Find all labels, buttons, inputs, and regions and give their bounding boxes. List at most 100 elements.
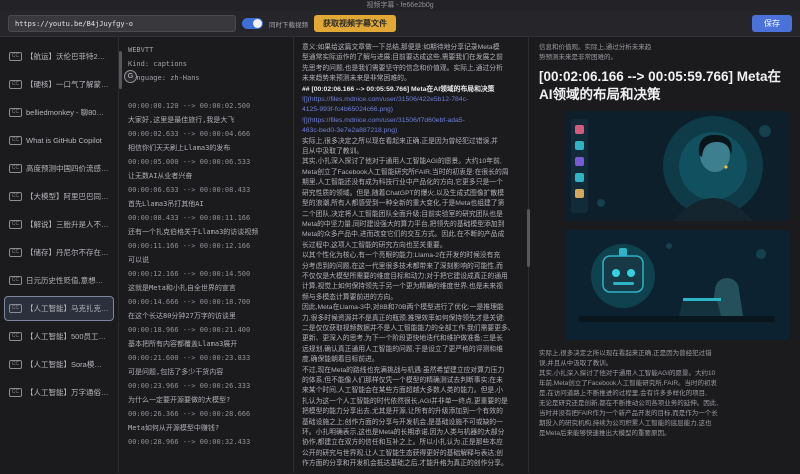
caption-icon: CC [9,164,22,173]
preview-body-line: 年前,Meta创立了Facebook人工智能研究所,FAIR。当时的初衷 [539,379,790,389]
sidebar-item[interactable]: CC 【人工智能】马克扎克伯格访谈 [4,296,114,321]
sidebar-item[interactable]: CC 【人工智能】万字通俗解读 [4,380,114,405]
article-line: 463c-bed0-3e7e2a887218.png) [302,126,520,136]
cue-text: 基本把所有内容都覆盖Llama3展开 [128,337,284,351]
caption-icon: CC [9,52,22,61]
transcript-cue: 00:00:08.433 --> 00:00:11.166 还有一个扎克伯格关于… [128,211,284,239]
transcript-cue: 00:00:23.966 --> 00:00:26.333 为什么一定要开源要做… [128,379,284,407]
cue-text: 大家好,这里是最佳旅行,我是大飞 [128,113,284,127]
sidebar-item[interactable]: CC 日元历史性贬值,意想不到 [4,268,114,293]
article-line: 不过,现在Meta的路线也充满挑战与机遇:虽然希望建立应对算力压力 [302,366,520,376]
article-line: 且从中汲取了教训。 [302,147,520,157]
vtt-header-line: Kind: captions [128,57,284,71]
cue-time: 00:00:11.166 --> 00:00:12.166 [128,239,284,253]
transcript-cue: 00:00:02.633 --> 00:00:04.666 相信你们天天刷上Ll… [128,127,284,155]
caption-icon: CC [9,388,22,397]
sidebar-item-label: 【人工智能】马克扎克伯格访谈 [26,303,109,314]
cue-text: Meta如何从开源模型中赚钱? [128,421,284,435]
transcript-cue: 00:00:26.366 --> 00:00:28.666 Meta如何从开源模… [128,407,284,435]
preview-body-line: 是,在访问道路上不断推进的过程里,会有许多多样化的项目, [539,389,790,399]
sidebar-item[interactable]: CC 高度预测中国四价流感疫苗 [4,156,114,181]
robot-desk-illustration [565,230,789,340]
sidebar-item[interactable]: CC What is GitHub Copilot [4,128,114,153]
article-line: 把模型的能力分享出去,尤其是开源,让所有的升级添加到一个有效的 [302,407,520,417]
article-line: 先思考的问题,也是我们需要坚守的信念和价值观。实际上,通过分析 [302,64,520,74]
floating-badge-g[interactable]: G [124,70,137,83]
preview-intro-line: 势预测未来是非常困难的。 [539,53,790,63]
preview-intro-line: 信息和价值观。实际上,通过分析未来趋 [539,43,790,53]
preview-body-line: 期投入的研究机构,持续为公司积累人工智能的底层能力,这也 [539,419,790,429]
caption-icon: CC [9,80,22,89]
transcript-cue: 00:00:06.633 --> 00:00:08.433 首先Llama3吊打… [128,183,284,211]
caption-icon: CC [9,220,22,229]
sidebar-item[interactable]: CC 【人工智能】500员工的AI公司 [4,324,114,349]
article-line: 远规划,确认真正通用人工智能的问题,于是设立了更严格的评测和维 [302,345,520,355]
article-line: 二是仅仅获取视频数据并不是人工智能能力的全部工作,我们需要更多、 [302,324,520,334]
preview-body-line: 其实,小扎深入探讨了他对于通用人工智能AGI的愿景。大约10 [539,369,790,379]
download-video-toggle[interactable] [242,18,263,29]
cue-time: 00:00:12.166 --> 00:00:14.500 [128,267,284,281]
sidebar-scrollbar[interactable] [119,51,122,89]
preview-body-line: 实际上,很多决定之所以现在看起来正确,正是因为曾经犯过错 [539,349,790,359]
sidebar-item[interactable]: CC belliedmonkey - 聊80年代 [4,100,114,125]
article-scrollbar[interactable] [527,209,530,267]
preview-body-line: 误,并且从中汲取了教训。 [539,359,790,369]
sidebar-item-label: 【解说】三胎升是人不是韭菜 [26,219,109,230]
article-line: 不仅仅是大模型所需要的维度目标和动力;对于把它建设成真正的通用 [302,272,520,282]
sidebar-item[interactable]: CC 【大模型】阿里巴巴同义千问 [4,184,114,209]
cue-time: 00:00:06.633 --> 00:00:08.433 [128,183,284,197]
preview-body-line: 是Meta后来能够快速推出大模型的重要原因。 [539,429,790,439]
article-line: 环。小扎明确表示,这也是Meta的长期承诺,因为人类与机器的大部分 [302,428,520,438]
toolbar: 同时下载视频 获取视频字幕文件 保存 [0,11,800,37]
sidebar-item[interactable]: CC 【航运】沃伦巴菲特2024股东大会 [4,44,114,69]
sidebar-item[interactable]: CC 【储存】丹尼尔不存在的记忆 [4,240,114,265]
sidebar-item[interactable]: CC 【硬核】一口气了解蒙古国 [4,72,114,97]
preview-body-line: 无论是研究还是创新,都在不断推动公司各项业务的延伸。因此, [539,399,790,409]
article-line: 型的浪潮,所有人都感受到一种全新的重大变化,于是Meta也组建了第 [302,199,520,209]
article-line: 意义:如果给这篇文章做一下总结,那便是:如期待地分享记录Meta模 [302,43,520,53]
article-line: 分考虑到的问题,在这一代里很多技术都带来了深刻影响的可能性,而 [302,262,520,272]
cue-time: 00:00:23.966 --> 00:00:26.333 [128,379,284,393]
cue-text: 让无数AI从业者兴奋 [128,169,284,183]
save-button[interactable]: 保存 [752,15,792,32]
article-line: 4125-993f-fc4b65024c66.png) [302,105,520,115]
section-heading: [00:02:06.166 --> 00:05:59.766] Meta在AI领… [539,68,790,104]
download-video-toggle-label: 同时下载视频 [269,19,308,29]
fetch-subtitles-button[interactable]: 获取视频字幕文件 [314,15,396,32]
sidebar-item-label: 【人工智能】万字通俗解读 [26,387,109,398]
sidebar-item-label: 【航运】沃伦巴菲特2024股东大会 [26,51,109,62]
caption-icon: CC [9,108,22,117]
cue-text: 可是问题,包括了多少干货内容 [128,365,284,379]
sidebar-item[interactable]: CC 【解说】三胎升是人不是韭菜 [4,212,114,237]
vtt-header-line: Language: zh-Hans [128,71,284,85]
article-line: 基础设施之上;创作方面的分享与开发机会,是基础设施不可或缺的一 [302,418,520,428]
window-title: 视频字幕 - fe66e2b0g [0,0,800,11]
cue-list: 00:00:00.120 --> 00:00:02.500 大家好,这里是最佳旅… [128,99,284,449]
cue-time: 00:00:00.120 --> 00:00:02.500 [128,99,284,113]
cue-text: 在这个长达80分钟27万字的访谈里 [128,309,284,323]
article-line: 协作,都建立在双方的信任和互补之上。所以小扎认为,正是那些本应 [302,438,520,448]
article-line: 来某个时间,人工智能会在某些方面超越大多数人类的能力。但是,小 [302,386,520,396]
transcript-cue: 00:00:12.166 --> 00:00:14.500 这就是Meta和小扎… [128,267,284,295]
article-line: 型通常实际运作的了解与进展;目前要达成这些,需要我们在发展之前 [302,53,520,63]
sidebar-item-label: 【人工智能】Sora模型解读 [26,359,109,370]
article-line: 作方面的分享和开发机会抵达基础之后,才能升格为真正的创作分享。 [302,459,520,469]
cue-time: 00:00:18.966 --> 00:00:21.400 [128,323,284,337]
transcript-cue: 00:00:28.966 --> 00:00:32.433 [128,435,284,449]
transcript-cue: 00:00:11.166 --> 00:00:12.166 可以说 [128,239,284,267]
caption-icon: CC [9,360,22,369]
preview-body-text: 实际上,很多决定之所以现在看起来正确,正是因为曾经犯过错误,并且从中汲取了教训。… [539,349,790,439]
transcript-cue: 00:00:00.120 --> 00:00:02.500 大家好,这里是最佳旅… [128,99,284,127]
caption-icon: CC [9,276,22,285]
caption-icon: CC [9,332,22,341]
cue-time: 00:00:05.000 --> 00:00:06.533 [128,155,284,169]
sidebar-item[interactable]: CC 【人工智能】Sora模型解读 [4,352,114,377]
preview-image-woman-ai [565,111,789,221]
url-input[interactable] [8,15,236,32]
cue-text: 首先Llama3吊打其他AI [128,197,284,211]
cue-time: 00:00:26.366 --> 00:00:28.666 [128,407,284,421]
caption-icon: CC [9,304,22,313]
article-line: ![](https://files.mdnice.com/user/31506/… [302,116,520,126]
article-line: 期里,人工智能还没有成为科技行业中产品化的方向,它更多只是一个 [302,178,520,188]
article-line: 公开的研究与世界观,让人工智能生态获得更好的基础解释与表达;创 [302,449,520,459]
